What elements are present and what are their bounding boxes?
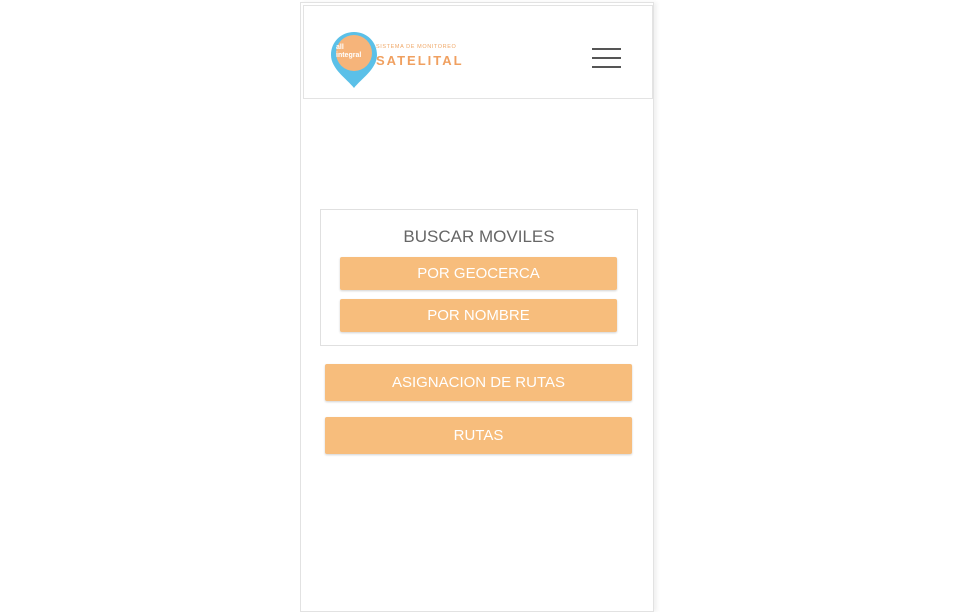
logo-pin-text: all integral	[336, 44, 362, 59]
app-logo[interactable]: all integral SISTEMA DE MONITOREO SATELI…	[330, 32, 466, 88]
panel-title: BUSCAR MOVILES	[403, 227, 555, 246]
app-frame: all integral SISTEMA DE MONITOREO SATELI…	[300, 2, 654, 612]
logo-subtitle: SISTEMA DE MONITOREO	[376, 44, 457, 50]
menu-bar-line	[592, 57, 621, 59]
assign-routes-button[interactable]: ASIGNACION DE RUTAS	[325, 364, 632, 401]
logo-title: SATELITAL	[376, 53, 464, 68]
hamburger-menu-icon[interactable]	[592, 46, 622, 72]
routes-button[interactable]: RUTAS	[325, 417, 632, 454]
menu-bar-line	[592, 48, 621, 50]
search-by-name-button[interactable]: POR NOMBRE	[340, 299, 617, 332]
search-by-geofence-button[interactable]: POR GEOCERCA	[340, 257, 617, 290]
menu-bar-line	[592, 66, 621, 68]
location-pin-icon	[331, 32, 377, 88]
app-header: all integral SISTEMA DE MONITOREO SATELI…	[303, 5, 653, 99]
search-mobiles-panel: BUSCAR MOVILES POR GEOCERCA POR NOMBRE	[320, 209, 638, 346]
